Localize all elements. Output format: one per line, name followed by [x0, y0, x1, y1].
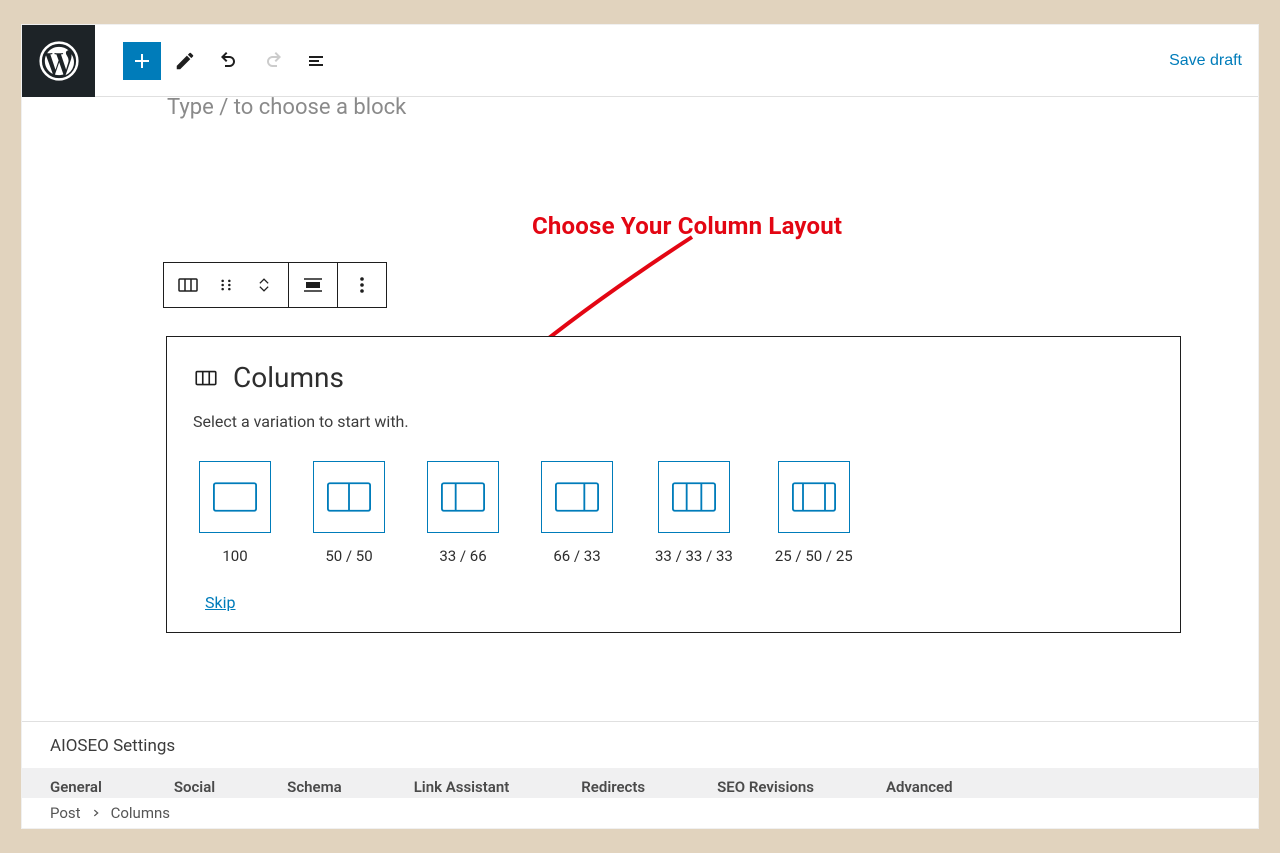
variation-25-50-25[interactable]: 25 / 50 / 25 — [775, 461, 853, 565]
move-up-down-icon[interactable] — [252, 273, 276, 297]
redo-button[interactable] — [253, 41, 293, 81]
layout-33-66-icon — [441, 482, 485, 512]
layout-100-icon — [213, 482, 257, 512]
layout-50-50-icon — [327, 482, 371, 512]
block-toolbar — [163, 262, 387, 308]
save-draft-button[interactable]: Save draft — [1169, 52, 1242, 70]
block-placeholder-hint: Type / to choose a block — [167, 97, 406, 120]
aioseo-title: AIOSEO Settings — [22, 722, 1258, 768]
editor-toolbar: Save draft — [22, 25, 1258, 97]
columns-title: Columns — [233, 361, 344, 394]
variation-66-33[interactable]: 66 / 33 — [541, 461, 613, 565]
aioseo-tab-seo-revisions[interactable]: SEO Revisions — [717, 778, 814, 796]
aioseo-tab-general[interactable]: General — [50, 778, 102, 796]
undo-button[interactable] — [209, 41, 249, 81]
wordpress-logo[interactable] — [22, 25, 95, 97]
instruction-annotation: Choose Your Column Layout — [532, 212, 842, 240]
document-overview-button[interactable] — [297, 41, 337, 81]
aioseo-tab-social[interactable]: Social — [174, 778, 215, 796]
chevron-right-icon — [91, 808, 101, 818]
columns-icon — [193, 365, 219, 391]
variation-label: 100 — [222, 547, 247, 565]
variation-50-50[interactable]: 50 / 50 — [313, 461, 385, 565]
redo-icon — [261, 49, 285, 73]
breadcrumb: Post Columns — [22, 798, 1258, 828]
add-block-button[interactable] — [123, 42, 161, 80]
aioseo-tab-redirects[interactable]: Redirects — [581, 778, 645, 796]
aioseo-tab-advanced[interactable]: Advanced — [886, 778, 953, 796]
aioseo-tab-schema[interactable]: Schema — [287, 778, 342, 796]
variation-label: 25 / 50 / 25 — [775, 547, 853, 565]
columns-block-placeholder: Columns Select a variation to start with… — [166, 336, 1181, 633]
aioseo-panel: AIOSEO Settings General Social Schema Li… — [22, 721, 1258, 828]
aioseo-tab-link-assistant[interactable]: Link Assistant — [414, 778, 510, 796]
variation-33-33-33[interactable]: 33 / 33 / 33 — [655, 461, 733, 565]
layout-33-33-33-icon — [672, 482, 716, 512]
layout-25-50-25-icon — [792, 482, 836, 512]
breadcrumb-root[interactable]: Post — [50, 804, 81, 822]
layout-66-33-icon — [555, 482, 599, 512]
skip-link[interactable]: Skip — [205, 593, 235, 612]
drag-handle-icon[interactable] — [214, 273, 238, 297]
undo-icon — [217, 49, 241, 73]
variation-label: 33 / 33 / 33 — [655, 547, 733, 565]
list-view-icon — [305, 49, 329, 73]
columns-description: Select a variation to start with. — [193, 412, 1154, 431]
columns-block-icon[interactable] — [176, 273, 200, 297]
variation-33-66[interactable]: 33 / 66 — [427, 461, 499, 565]
variation-label: 66 / 33 — [553, 547, 600, 565]
variation-label: 33 / 66 — [439, 547, 486, 565]
wordpress-icon — [39, 41, 79, 81]
more-options-button[interactable] — [350, 273, 374, 297]
align-button[interactable] — [301, 273, 325, 297]
variation-100[interactable]: 100 — [199, 461, 271, 565]
variation-label: 50 / 50 — [325, 547, 372, 565]
plus-icon — [130, 49, 154, 73]
edit-mode-button[interactable] — [165, 41, 205, 81]
breadcrumb-current: Columns — [111, 804, 170, 822]
pencil-icon — [174, 50, 196, 72]
